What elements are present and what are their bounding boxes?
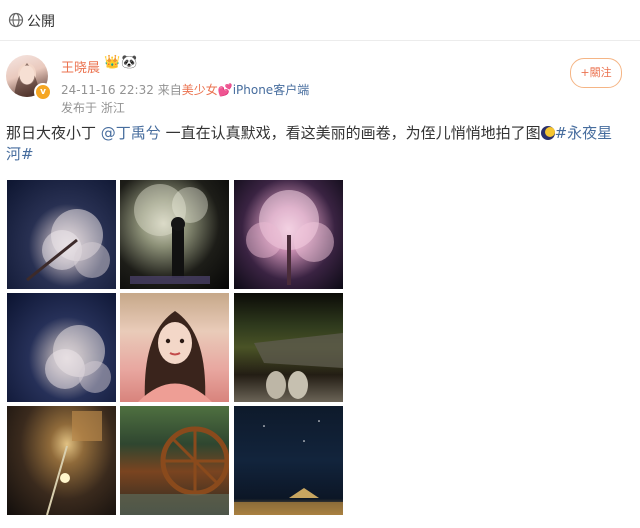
top-bar: 公開 — [0, 0, 640, 41]
mention-link[interactable]: @丁禹兮 — [101, 124, 161, 142]
photo-pink-blossom-tree[interactable] — [234, 180, 343, 289]
post-meta: 24-11-16 22:32 来自美少女💕iPhone客户端 — [61, 81, 309, 98]
post-text-part2: 一直在认真默戏，看这美丽的画卷，为侄儿悄悄地拍了图 — [160, 124, 541, 142]
photo-art — [120, 426, 229, 515]
source-name[interactable]: 美少女 — [182, 83, 218, 97]
post-timestamp[interactable]: 24-11-16 22:32 — [61, 83, 154, 97]
photo-art — [26, 209, 110, 282]
post-location: 发布于 浙江 — [61, 101, 125, 115]
post-text: 那日大夜小丁 @丁禹兮 一直在认真默戏，看这美丽的画卷，为侄儿悄悄地拍了图 #永夜… — [6, 123, 618, 165]
photo-blossom-tree-night-2[interactable] — [7, 293, 116, 402]
author-name[interactable]: 王晓晨 — [61, 57, 100, 76]
photo-art — [130, 184, 210, 284]
photo-art — [246, 190, 334, 285]
follow-button[interactable]: +關注 — [570, 58, 622, 88]
moon-emoji-icon — [540, 126, 555, 140]
photo-night-sky-lights[interactable] — [234, 406, 343, 515]
photo-art — [46, 411, 102, 515]
user-badges-icon[interactable]: 👑🐼 — [104, 55, 138, 70]
globe-icon — [8, 12, 24, 28]
visibility-label[interactable]: 公開 — [27, 11, 55, 31]
source-device[interactable]: iPhone客户端 — [233, 83, 310, 97]
photo-blossom-tree-night[interactable] — [7, 180, 116, 289]
verified-badge-icon: v — [34, 83, 52, 101]
heart-emoji-icon: 💕 — [217, 83, 233, 97]
photo-art — [254, 333, 343, 399]
photo-art — [234, 420, 343, 515]
source-prefix: 来自 — [157, 83, 182, 97]
photo-art — [45, 325, 111, 393]
photo-boardwalk-night[interactable] — [234, 293, 343, 402]
photo-art — [138, 311, 212, 402]
photo-waterwheel[interactable] — [120, 406, 229, 515]
photo-selfie-costume[interactable] — [120, 293, 229, 402]
post-text-part1: 那日大夜小丁 — [6, 124, 101, 142]
photo-person-under-tree[interactable] — [120, 180, 229, 289]
photo-night-lights[interactable] — [7, 406, 116, 515]
